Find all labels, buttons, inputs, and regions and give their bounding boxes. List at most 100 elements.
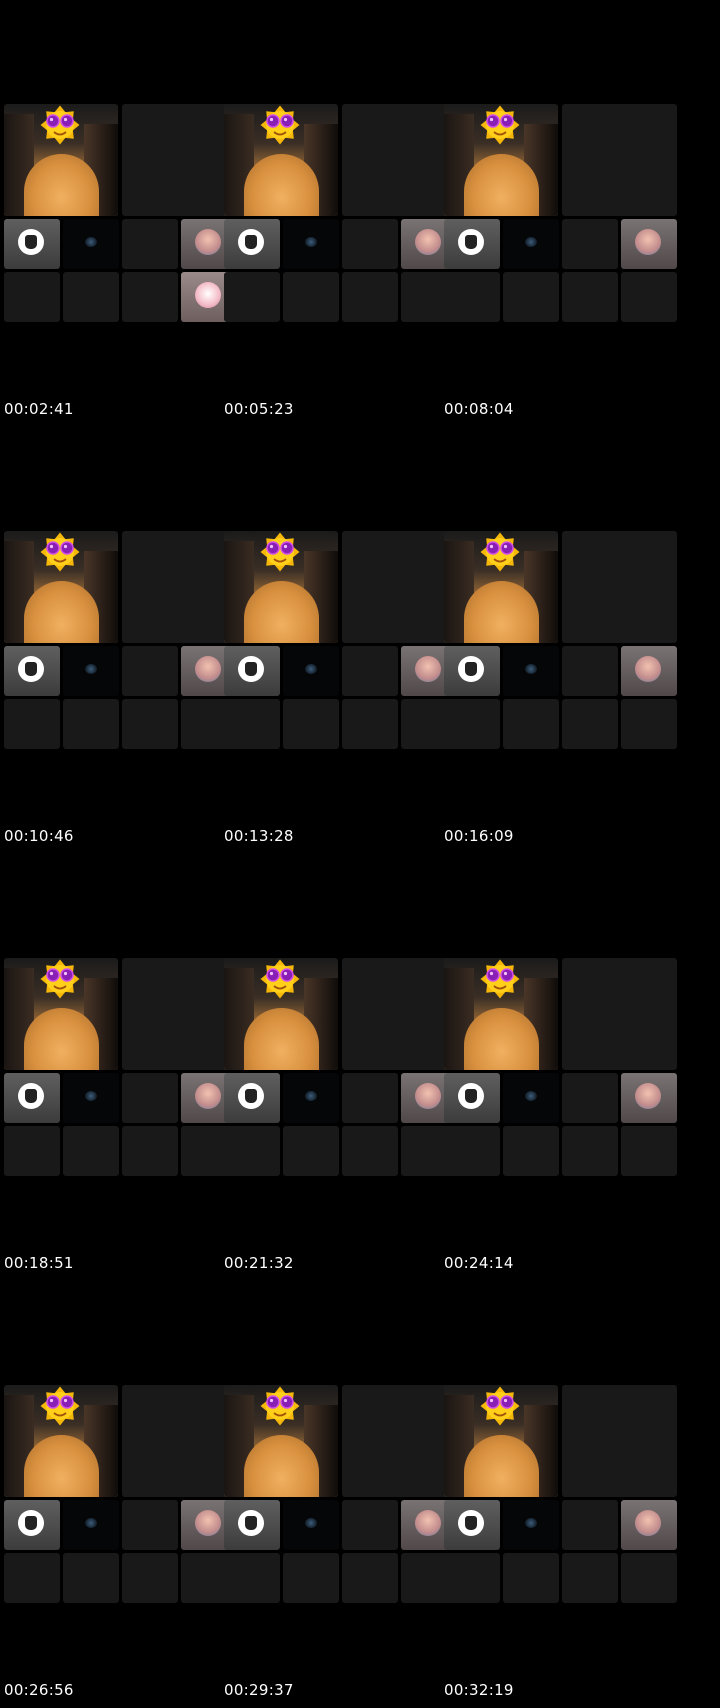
sun-emoji-sunglasses-icon	[260, 1386, 300, 1426]
participant-tile-night[interactable]	[63, 1500, 119, 1550]
sun-emoji-sunglasses-icon	[260, 105, 300, 145]
anime-girl-avatar-icon	[635, 1083, 661, 1109]
cat-face-glyph	[465, 1516, 477, 1530]
empty-participant-tile	[4, 1126, 60, 1176]
contact-sheet: 00:02:41 00:05:23 00:08:04 00:10:46 00:13:28…	[0, 0, 720, 1708]
participant-tile-cat[interactable]	[444, 1073, 500, 1123]
participant-tile-cat[interactable]	[4, 1073, 60, 1123]
anime-girl-avatar-icon	[195, 656, 221, 682]
participant-tile-cat[interactable]	[4, 219, 60, 269]
cat-avatar-icon	[238, 1083, 264, 1109]
cat-face-glyph	[245, 1516, 257, 1530]
empty-participant-tile	[122, 219, 178, 269]
video-thumbnail[interactable]: 00:10:46	[0, 427, 237, 854]
anime-girl-avatar-icon	[195, 1083, 221, 1109]
night-scene-icon	[85, 664, 97, 674]
timestamp-label: 00:13:28	[224, 827, 294, 845]
empty-participant-tile	[444, 699, 500, 749]
video-thumbnail[interactable]: 00:29:37	[220, 1281, 457, 1708]
participant-tile-night[interactable]	[283, 219, 339, 269]
empty-participant-tile	[224, 699, 280, 749]
timestamp-label: 00:24:14	[444, 1254, 514, 1272]
main-video-tile[interactable]	[224, 1385, 338, 1497]
empty-participant-tile	[342, 699, 398, 749]
participant-tile-cat[interactable]	[224, 1073, 280, 1123]
empty-participant-tile	[4, 272, 60, 322]
participant-tile-girl[interactable]	[621, 1500, 677, 1550]
main-video-tile[interactable]	[4, 1385, 118, 1497]
cat-face-glyph	[25, 235, 37, 249]
empty-participant-tile	[122, 1073, 178, 1123]
participant-tile-cat[interactable]	[224, 646, 280, 696]
main-video-tile[interactable]	[224, 104, 338, 216]
empty-participant-tile	[503, 272, 559, 322]
participant-tile-cat[interactable]	[444, 1500, 500, 1550]
video-thumbnail[interactable]: 00:26:56	[0, 1281, 237, 1708]
participant-tile-night[interactable]	[63, 646, 119, 696]
call-grid	[444, 958, 677, 1176]
main-video-tile[interactable]	[444, 531, 558, 643]
video-thumbnail[interactable]: 00:21:32	[220, 854, 457, 1281]
cat-avatar-icon	[18, 1083, 44, 1109]
participant-tile-cat[interactable]	[444, 219, 500, 269]
participant-tile-night[interactable]	[283, 1500, 339, 1550]
sun-emoji-sunglasses-icon	[260, 959, 300, 999]
anime-girl-avatar-icon	[635, 656, 661, 682]
participant-tile-girl[interactable]	[621, 1073, 677, 1123]
cat-face-glyph	[25, 662, 37, 676]
empty-participant-tile	[283, 272, 339, 322]
main-video-tile[interactable]	[224, 958, 338, 1070]
video-thumbnail[interactable]: 00:24:14	[440, 854, 677, 1281]
sun-emoji-sunglasses-icon	[260, 532, 300, 572]
empty-participant-tile	[283, 1126, 339, 1176]
participant-tile-night[interactable]	[283, 646, 339, 696]
empty-participant-tile	[283, 699, 339, 749]
participant-tile-night[interactable]	[503, 1073, 559, 1123]
empty-participant-tile	[122, 1126, 178, 1176]
participant-tile-girl[interactable]	[621, 646, 677, 696]
night-scene-icon	[525, 664, 537, 674]
video-thumbnail[interactable]: 00:32:19	[440, 1281, 677, 1708]
video-thumbnail[interactable]: 00:18:51	[0, 854, 237, 1281]
cat-avatar-icon	[18, 229, 44, 255]
video-thumbnail[interactable]: 00:08:04	[440, 0, 677, 427]
empty-participant-tile	[562, 272, 618, 322]
empty-participant-tile	[503, 1126, 559, 1176]
empty-participant-tile	[63, 272, 119, 322]
call-grid	[224, 1385, 457, 1603]
video-thumbnail[interactable]: 00:02:41	[0, 0, 237, 427]
cat-avatar-icon	[238, 1510, 264, 1536]
video-thumbnail[interactable]: 00:13:28	[220, 427, 457, 854]
participant-tile-cat[interactable]	[224, 1500, 280, 1550]
main-video-tile[interactable]	[444, 1385, 558, 1497]
main-video-tile[interactable]	[4, 531, 118, 643]
empty-participant-tile	[621, 1553, 677, 1603]
night-scene-icon	[525, 1518, 537, 1528]
video-thumbnail[interactable]: 00:16:09	[440, 427, 677, 854]
main-video-tile[interactable]	[4, 958, 118, 1070]
video-thumbnail[interactable]: 00:05:23	[220, 0, 457, 427]
participant-tile-night[interactable]	[63, 219, 119, 269]
participant-tile-cat[interactable]	[224, 219, 280, 269]
participant-tile-girl[interactable]	[621, 219, 677, 269]
empty-participant-tile	[4, 699, 60, 749]
participant-tile-cat[interactable]	[4, 1500, 60, 1550]
sun-emoji-sunglasses-icon	[40, 532, 80, 572]
empty-participant-tile	[562, 699, 618, 749]
cat-face-glyph	[245, 1089, 257, 1103]
participant-tile-night[interactable]	[503, 646, 559, 696]
main-video-tile[interactable]	[444, 104, 558, 216]
participant-tile-night[interactable]	[503, 1500, 559, 1550]
participant-tile-night[interactable]	[503, 219, 559, 269]
participant-tile-cat[interactable]	[4, 646, 60, 696]
participant-tile-cat[interactable]	[444, 646, 500, 696]
main-video-tile[interactable]	[444, 958, 558, 1070]
participant-tile-night[interactable]	[63, 1073, 119, 1123]
empty-participant-tile	[342, 646, 398, 696]
main-video-tile[interactable]	[4, 104, 118, 216]
call-grid	[444, 531, 677, 749]
empty-participant-tile	[503, 1553, 559, 1603]
main-video-tile[interactable]	[224, 531, 338, 643]
anime-girl-avatar-icon	[195, 229, 221, 255]
participant-tile-night[interactable]	[283, 1073, 339, 1123]
